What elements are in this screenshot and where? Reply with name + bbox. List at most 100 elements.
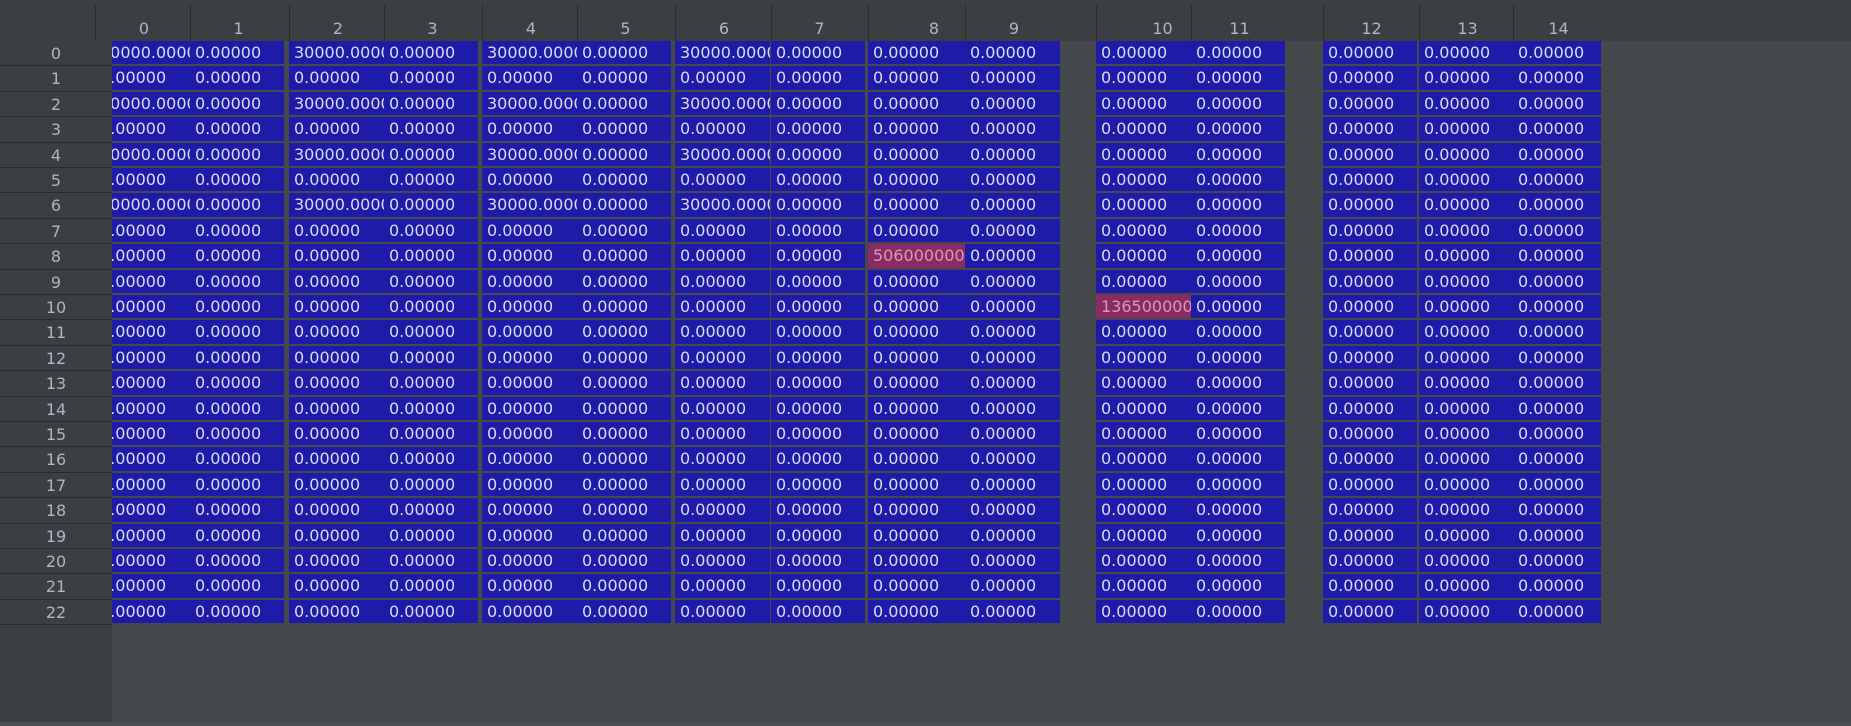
grid-cell[interactable]: 0.00000 xyxy=(190,168,286,194)
grid-cell[interactable]: 30000.00000 xyxy=(112,193,192,219)
grid-cell[interactable]: 0.00000 xyxy=(384,168,480,194)
grid-cell[interactable]: 0.00000 xyxy=(112,599,192,626)
grid-cell[interactable]: 0.00000 xyxy=(482,168,579,194)
grid-cell[interactable]: 0.00000 xyxy=(190,218,286,245)
grid-cell[interactable]: 0.00000 xyxy=(675,371,772,397)
grid-cell[interactable]: 0.00000 xyxy=(190,41,286,67)
grid-cell[interactable]: 0.00000 xyxy=(289,447,386,473)
grid-cell[interactable]: 0.00000 xyxy=(1419,66,1515,92)
grid-cell[interactable]: 0.00000 xyxy=(289,574,386,600)
grid-cell[interactable]: 30000.00000 xyxy=(289,193,386,219)
row-header-13[interactable]: 13 xyxy=(0,371,112,397)
grid-cell[interactable]: 0.00000 xyxy=(289,371,386,397)
grid-cell[interactable]: 0.00000 xyxy=(1419,41,1515,67)
grid-cell[interactable]: 0.00000 xyxy=(482,549,579,575)
row-header-21[interactable]: 21 xyxy=(0,574,112,600)
grid-cell[interactable]: 0.00000 xyxy=(482,422,579,448)
grid-cell[interactable]: 0.00000 xyxy=(1513,142,1603,168)
grid-cell[interactable]: 0.00000 xyxy=(1419,447,1515,473)
grid-cell[interactable]: 0.00000 xyxy=(1419,168,1515,194)
grid-cell[interactable]: 0.00000 xyxy=(675,549,772,575)
grid-cell[interactable]: 0.00000 xyxy=(675,422,772,448)
grid-cell[interactable]: 0.00000 xyxy=(289,345,386,372)
grid-cell[interactable]: 0.00000 xyxy=(384,41,480,67)
grid-cell[interactable]: 0.00000 xyxy=(112,345,192,372)
grid-cell[interactable]: 0.00000 xyxy=(1191,472,1287,499)
grid-cell[interactable]: 0.00000 xyxy=(1419,371,1515,397)
grid-cell[interactable]: 0.00000 xyxy=(112,295,192,321)
data-grid[interactable]: 30000.000000.0000030000.000000.000003000… xyxy=(112,41,1851,726)
grid-cell[interactable]: 0.00000 xyxy=(675,117,772,143)
grid-cell[interactable]: 30000.00000 xyxy=(289,142,386,168)
grid-cell[interactable]: 0.00000 xyxy=(965,269,1062,295)
grid-cell[interactable]: 0.00000 xyxy=(384,244,480,270)
grid-cell[interactable]: 0.00000 xyxy=(1323,371,1419,397)
grid-cell[interactable]: 0.00000 xyxy=(1191,523,1287,549)
grid-cell[interactable]: 0.00000 xyxy=(771,599,867,626)
grid-cell[interactable]: 0.00000 xyxy=(675,599,772,626)
grid-cell[interactable]: 0.00000 xyxy=(482,345,579,372)
grid-cell[interactable]: 30000.00000 xyxy=(289,91,386,118)
column-header-4[interactable]: 4 xyxy=(482,5,579,41)
grid-cell[interactable]: 0.00000 xyxy=(675,396,772,422)
grid-cell[interactable]: 0.00000 xyxy=(482,117,579,143)
grid-cell[interactable]: 0.00000 xyxy=(482,269,579,295)
grid-cell[interactable]: 0.00000 xyxy=(771,371,867,397)
grid-cell[interactable]: 0.00000 xyxy=(1513,396,1603,422)
grid-cell[interactable]: 0.00000 xyxy=(1513,523,1603,549)
grid-cell[interactable]: 0.00000 xyxy=(1419,345,1515,372)
grid-cell[interactable]: 0.00000 xyxy=(675,345,772,372)
grid-cell[interactable]: 0.00000 xyxy=(771,549,867,575)
grid-cell[interactable]: 0.00000 xyxy=(1191,142,1287,168)
grid-cell[interactable]: 0.00000 xyxy=(771,295,867,321)
grid-cell[interactable]: 0.00000 xyxy=(112,447,192,473)
column-header-0[interactable]: 0 xyxy=(95,5,192,41)
grid-cell[interactable]: 0.00000 xyxy=(1323,523,1419,549)
grid-cell[interactable]: 0.00000 xyxy=(577,244,673,270)
grid-cell[interactable]: 0.00000 xyxy=(1513,371,1603,397)
grid-cell[interactable]: 0.00000 xyxy=(112,574,192,600)
column-header-7[interactable]: 7 xyxy=(771,5,867,41)
grid-cell[interactable]: 0.00000 xyxy=(1191,244,1287,270)
grid-cell[interactable]: 0.00000 xyxy=(384,523,480,549)
grid-cell[interactable]: 0.00000 xyxy=(384,447,480,473)
grid-cell[interactable]: 30000.00000 xyxy=(482,193,579,219)
grid-cell[interactable]: 0.00000 xyxy=(1419,574,1515,600)
grid-cell[interactable]: 0.00000 xyxy=(289,498,386,524)
grid-cell[interactable]: 0.00000 xyxy=(1513,168,1603,194)
grid-cell[interactable]: 30000.00000 xyxy=(112,91,192,118)
grid-cell[interactable]: 0.00000 xyxy=(1191,371,1287,397)
grid-cell[interactable]: 0.00000 xyxy=(1419,549,1515,575)
grid-cell[interactable]: 0.00000 xyxy=(1191,447,1287,473)
grid-cell[interactable]: 0.00000 xyxy=(1191,345,1287,372)
horizontal-scrollbar[interactable] xyxy=(0,722,1851,726)
grid-cell[interactable]: 0.00000 xyxy=(384,320,480,346)
grid-cell[interactable]: 0.00000 xyxy=(112,244,192,270)
grid-cell[interactable]: 0.00000 xyxy=(190,599,286,626)
column-header-9[interactable]: 9 xyxy=(965,5,1062,41)
row-header-20[interactable]: 20 xyxy=(0,549,112,575)
grid-cell[interactable]: 0.00000 xyxy=(384,142,480,168)
grid-cell[interactable]: 0.00000 xyxy=(482,574,579,600)
grid-cell[interactable]: 0.00000 xyxy=(384,218,480,245)
grid-cell[interactable]: 0.00000 xyxy=(965,295,1062,321)
row-header-1[interactable]: 1 xyxy=(0,66,112,92)
grid-cell[interactable]: 0.00000 xyxy=(771,91,867,118)
row-header-0[interactable]: 0 xyxy=(0,41,112,67)
grid-cell[interactable]: 0.00000 xyxy=(1513,193,1603,219)
grid-cell[interactable]: 0.00000 xyxy=(771,523,867,549)
grid-cell[interactable]: 0.00000 xyxy=(577,549,673,575)
grid-cell[interactable]: 0.00000 xyxy=(1513,549,1603,575)
grid-cell[interactable]: 0.00000 xyxy=(675,218,772,245)
grid-cell[interactable]: 0.00000 xyxy=(1191,41,1287,67)
grid-cell[interactable]: 0.00000 xyxy=(190,447,286,473)
grid-cell[interactable]: 0.00000 xyxy=(1323,41,1419,67)
grid-cell[interactable]: 0.00000 xyxy=(289,549,386,575)
grid-cell[interactable]: 0.00000 xyxy=(577,345,673,372)
grid-cell[interactable]: 0.00000 xyxy=(675,523,772,549)
grid-cell[interactable]: 0.00000 xyxy=(577,41,673,67)
grid-cell[interactable]: 0.00000 xyxy=(190,371,286,397)
grid-cell[interactable]: 0.00000 xyxy=(1513,447,1603,473)
grid-cell[interactable]: 0.00000 xyxy=(384,91,480,118)
grid-cell[interactable]: 0.00000 xyxy=(190,193,286,219)
